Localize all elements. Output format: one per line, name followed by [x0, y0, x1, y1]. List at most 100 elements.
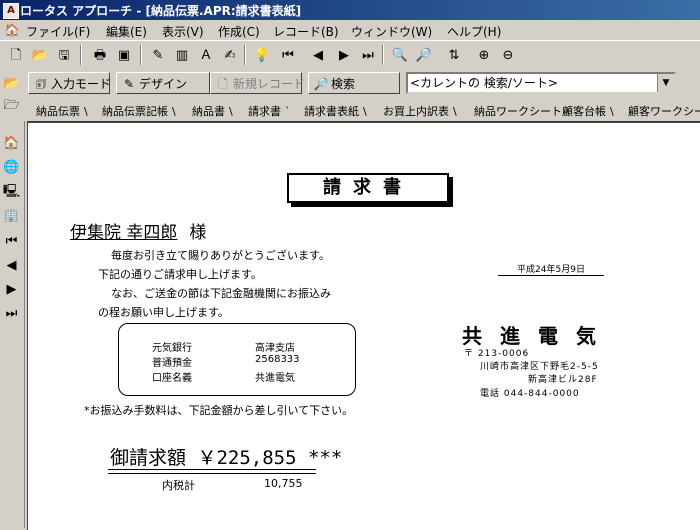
bank-name: 元気銀行: [152, 343, 192, 354]
next-record-icon[interactable]: ▶: [332, 44, 356, 68]
menu-edit[interactable]: 編集(E): [106, 23, 147, 40]
transfer-fee-note: *お振込み手数料は、下記金額から差し引いて下さい。: [84, 404, 354, 417]
company-address-1: 川崎市高津区下野毛2-5-5: [480, 362, 599, 372]
tab-label: 納品ワークシート: [474, 105, 562, 118]
greeting-line-2: 下記の通りご請求申し上げます。: [98, 268, 262, 281]
named-find-sort-select[interactable]: <カレントの 検索/ソート> ▼: [406, 72, 676, 94]
last-record-icon[interactable]: ⏭: [1, 303, 22, 324]
sort-az-icon[interactable]: ⇅: [442, 44, 466, 68]
tax-included-value[interactable]: 10,755: [264, 477, 303, 490]
account-holder: 共進電気: [255, 373, 295, 384]
left-sidebar: 📂 🗁 🏠 🌐 🖳 🏢 ⏮ ◀ ▶ ⏭: [0, 69, 25, 528]
first-record-icon[interactable]: ⏮: [276, 44, 300, 68]
folder-icon[interactable]: 📂: [1, 73, 22, 94]
window-title: ロータス アプローチ - [納品伝票.APR:請求書表紙]: [20, 4, 302, 18]
new-record-button[interactable]: 🗋 新規レコード: [210, 72, 306, 94]
tab-label: 納品伝票記帳: [102, 105, 168, 118]
design-mode-label: デザイン: [139, 77, 188, 91]
tab-seikyusho-hyoushi[interactable]: 請求書表紙 \: [304, 103, 367, 119]
open-folder-icon[interactable]: 📂: [28, 44, 52, 68]
text-tool-icon[interactable]: Ａ: [194, 44, 218, 68]
print-icon[interactable]: 🖶: [88, 44, 112, 68]
toolbar-separator: [382, 45, 384, 65]
new-record-label: 新規レコード: [233, 77, 306, 91]
last-record-icon[interactable]: ⏭: [356, 44, 380, 68]
invoice-date[interactable]: 平成24年5月9日: [498, 262, 604, 276]
app-icon[interactable]: A: [3, 3, 19, 19]
browse-mode-button[interactable]: 🗊 入力モード: [28, 72, 111, 94]
mode-bar: 🗊 入力モード ✎ デザイン 🗋 新規レコード 🔎 検索 <カレントの 検索/ソート> ▼: [24, 69, 700, 99]
new-record-icon: 🗋: [218, 77, 228, 91]
tab-nouhinsho[interactable]: 納品書 \: [192, 103, 233, 119]
first-record-icon[interactable]: ⏮: [1, 231, 22, 252]
toolbar-separator: [244, 45, 246, 65]
zoom-in-icon[interactable]: ⊕: [472, 44, 496, 68]
pencil-icon[interactable]: ✎: [146, 44, 170, 68]
menu-window[interactable]: ウィンドウ(W): [351, 23, 432, 40]
view-tabs: 納品伝票 \ 納品伝票記帳 \ 納品書 \ 請求書 ` 請求書表紙 \ お買上内訳表 \ 納…: [24, 99, 700, 121]
tab-okaiage-uchiwake[interactable]: お買上内訳表 \: [383, 103, 457, 119]
tax-included-label: 内税計: [162, 479, 195, 492]
tab-nouhin-denpyo[interactable]: 納品伝票 \: [36, 103, 88, 119]
company-name: 共進電気: [462, 324, 614, 348]
find-icon[interactable]: 🔍: [388, 44, 412, 68]
zoom-out-icon[interactable]: ⊖: [496, 44, 520, 68]
honorific: 様: [189, 223, 207, 243]
find-button[interactable]: 🔎 検索: [308, 72, 400, 94]
account-holder-label: 口座名義: [152, 373, 192, 384]
find-icon: 🔎: [313, 77, 329, 91]
home-icon[interactable]: 🏠: [1, 133, 22, 154]
chevron-down-icon[interactable]: ▼: [657, 74, 674, 92]
title-bar: A ロータス アプローチ - [納品伝票.APR:請求書表紙]: [0, 0, 700, 20]
preview-icon[interactable]: ▣: [112, 44, 136, 68]
tab-kokyaku-worksheet[interactable]: 顧客ワークシート: [628, 103, 700, 119]
customer-name: 伊集院 幸四郎: [70, 223, 178, 243]
tab-label: 顧客台帳: [562, 105, 606, 118]
tab-label: 請求書表紙: [304, 105, 359, 118]
menu-view[interactable]: 表示(V): [162, 23, 204, 40]
menu-file[interactable]: ファイル(F): [26, 23, 90, 40]
tab-kokyaku-daichou[interactable]: 顧客台帳 \: [562, 103, 614, 119]
tab-label: 納品書: [192, 105, 225, 118]
lightbulb-icon[interactable]: 💡: [250, 44, 274, 68]
previous-record-icon[interactable]: ◀: [306, 44, 330, 68]
account-type: 普通預金: [152, 358, 192, 369]
folder-open-icon[interactable]: 🗁: [1, 95, 22, 116]
greeting-line-4: の程お願い申し上げます。: [98, 306, 229, 319]
design-mode-button[interactable]: ✎ デザイン: [116, 72, 210, 94]
total-double-underline: [108, 469, 316, 474]
next-record-icon[interactable]: ▶: [1, 279, 22, 300]
bank-branch: 高津支店: [255, 343, 295, 354]
building-icon[interactable]: 🏢: [1, 205, 22, 226]
customer-name-field[interactable]: 伊集院 幸四郎様: [70, 218, 206, 243]
account-number: 2568333: [255, 354, 300, 365]
company-postal-code: 〒 213-0006: [464, 349, 530, 359]
tab-label: 納品伝票: [36, 105, 80, 118]
computer-icon[interactable]: 🖳: [1, 181, 22, 202]
tab-nouhin-denpyo-kichou[interactable]: 納品伝票記帳 \: [102, 103, 176, 119]
find-sort-icon[interactable]: 🔎: [412, 44, 436, 68]
document-control-icon[interactable]: 🏠: [4, 22, 20, 38]
menu-create[interactable]: 作成(C): [218, 23, 260, 40]
invoice-cover-form: 請求書 伊集院 幸四郎様 毎度お引き立て賜りありがとうございます。 下記の通りご…: [27, 121, 700, 530]
previous-record-icon[interactable]: ◀: [1, 255, 22, 276]
company-phone: 電話 044-844-0000: [480, 389, 580, 399]
menu-record[interactable]: レコード(B): [273, 23, 339, 40]
company-address-2: 新高津ビル28F: [528, 375, 598, 385]
named-find-sort-value: <カレントの 検索/ソート>: [410, 76, 558, 90]
greeting-line-3: なお、ご送金の節は下記金融機関にお振込み: [111, 287, 331, 300]
toolbar-separator: [80, 45, 82, 65]
help-globe-icon[interactable]: 🌐: [1, 157, 22, 178]
bank-info-box: 元気銀行 高津支店 普通預金 2568333 口座名義 共進電気: [118, 323, 356, 396]
menu-bar: 🏠 ファイル(F) 編集(E) 表示(V) 作成(C) レコード(B) ウィンド…: [0, 20, 700, 41]
tab-nouhin-worksheet[interactable]: 納品ワークシート \: [474, 103, 570, 119]
browse-icon: 🗊: [35, 77, 47, 91]
new-file-icon[interactable]: 🗋: [4, 44, 28, 68]
spellcheck-icon[interactable]: ✍: [218, 44, 242, 68]
menu-help[interactable]: ヘルプ(H): [447, 23, 501, 40]
save-icon[interactable]: 🖫: [52, 44, 76, 68]
barcode-icon[interactable]: ▥: [170, 44, 194, 68]
document-title: 請求書: [287, 173, 449, 203]
invoice-total[interactable]: 御請求額 ￥225,855 ***: [110, 443, 342, 470]
tab-seikyusho[interactable]: 請求書 `: [248, 103, 291, 119]
